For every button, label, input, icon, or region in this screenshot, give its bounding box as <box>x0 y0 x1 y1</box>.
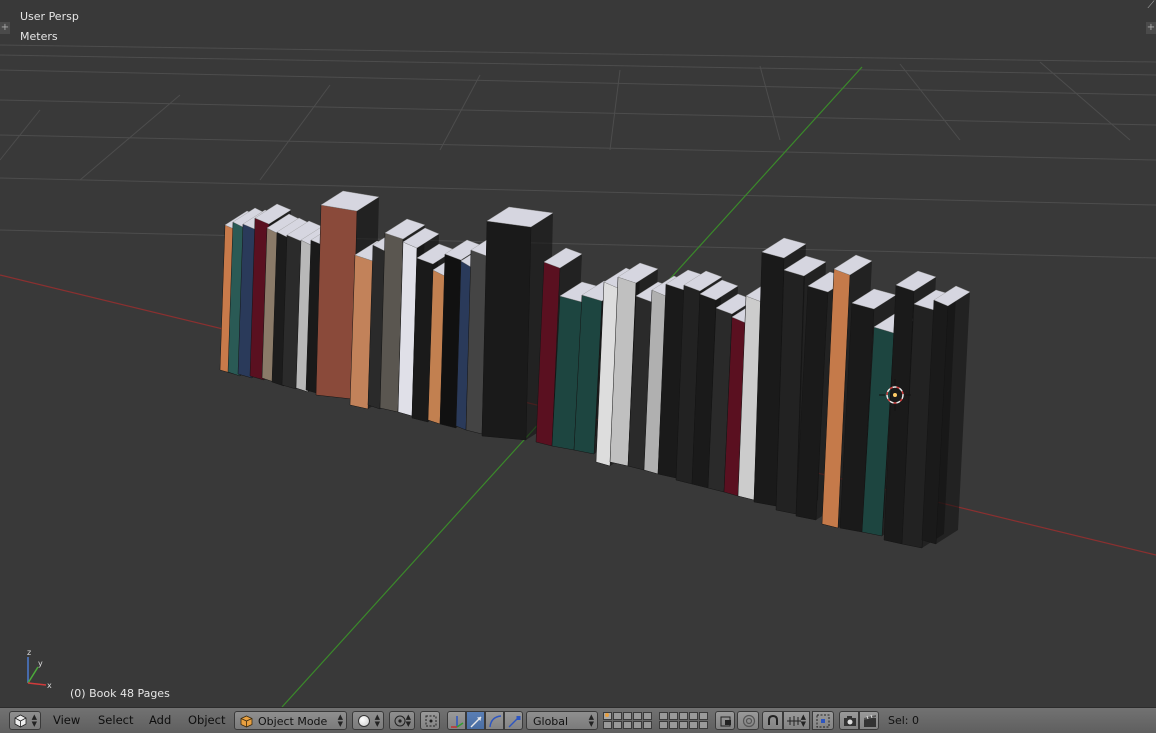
grid-line <box>0 44 1156 63</box>
rotate-button[interactable] <box>485 711 504 730</box>
mode-label: Object Mode <box>258 715 328 728</box>
editor-type-icon <box>14 714 27 728</box>
grid-line <box>899 63 961 141</box>
snap-button[interactable] <box>762 711 783 730</box>
mode-selector[interactable]: Object Mode ▲ ▼ <box>234 711 347 730</box>
proportional-edit-icon <box>742 714 756 733</box>
editor-type-selector[interactable]: ▲ ▼ <box>9 711 41 730</box>
layer-toggle[interactable] <box>603 721 612 729</box>
layers-grid[interactable] <box>603 711 711 730</box>
axis-gizmo: z y x <box>27 648 52 690</box>
axis-label-x: x <box>47 681 52 690</box>
orientation-selector[interactable]: Global ▲ ▼ <box>526 711 598 730</box>
snap-target-button[interactable] <box>812 711 834 730</box>
grid-line <box>759 65 781 141</box>
layer-toggle[interactable] <box>633 721 642 729</box>
layer-toggle[interactable] <box>613 721 622 729</box>
render-animation-icon <box>863 714 877 733</box>
viewport-shading-selector[interactable]: ▲ ▼ <box>352 711 384 730</box>
axis-label-y: y <box>38 659 43 668</box>
pivot-point-selector[interactable]: ▲ ▼ <box>389 711 415 730</box>
updown-arrows-icon: ▲ ▼ <box>31 713 37 728</box>
layer-toggle[interactable] <box>699 721 708 729</box>
corner-plus-icon-right[interactable]: + <box>1146 22 1156 34</box>
layer-toggle[interactable] <box>643 712 652 720</box>
grid-line <box>609 69 621 151</box>
axis-label-z: z <box>27 648 31 657</box>
layer-toggle[interactable] <box>669 721 678 729</box>
corner-diagonal-icon[interactable]: ⟋ <box>1146 0 1156 12</box>
menu-add[interactable]: Add <box>149 711 171 730</box>
layer-toggle[interactable] <box>699 712 708 720</box>
translate-icon <box>469 714 484 733</box>
scale-icon <box>507 714 522 733</box>
viewport-shading-icon <box>358 715 370 727</box>
grid-line <box>0 134 1156 161</box>
selected-object-label: (0) Book 48 Pages <box>70 687 170 700</box>
view-name-label: User Persp <box>20 10 79 23</box>
snap-element-icon <box>786 714 802 733</box>
mode-arrows-icon: ▲ ▼ <box>337 713 343 728</box>
render-animation-button[interactable] <box>859 711 879 730</box>
proportional-edit-button[interactable] <box>737 711 759 730</box>
menu-object[interactable]: Object <box>188 711 225 730</box>
layer-toggle[interactable] <box>603 712 612 720</box>
pivot-align-icon <box>424 714 438 733</box>
grid-line <box>0 54 1156 76</box>
rotate-icon <box>488 714 503 733</box>
layer-toggle[interactable] <box>659 721 668 729</box>
transform-manipulator-button[interactable] <box>447 711 466 730</box>
selection-status: Sel: 0 <box>888 714 920 727</box>
snap-target-icon <box>816 714 830 733</box>
pivot-align-button[interactable] <box>420 711 440 730</box>
transform-manipulator-icon <box>450 714 465 733</box>
render-icon <box>843 714 857 733</box>
orientation-label: Global <box>533 715 569 728</box>
layer-toggle[interactable] <box>623 721 632 729</box>
floor-grid <box>0 44 1156 259</box>
layer-toggle[interactable] <box>689 721 698 729</box>
active-layer-dot-icon <box>605 713 609 717</box>
lock-camera-icon <box>719 714 733 733</box>
grid-line <box>439 74 481 151</box>
translate-button[interactable] <box>466 711 485 730</box>
layer-toggle[interactable] <box>659 712 668 720</box>
lock-camera-button[interactable] <box>715 711 735 730</box>
scale-button[interactable] <box>504 711 523 730</box>
grid-line <box>0 69 1156 96</box>
grid-line <box>259 84 331 181</box>
layer-toggle[interactable] <box>669 712 678 720</box>
3d-viewport[interactable]: z y x User Persp Meters (0) Book 48 Page… <box>0 0 1156 707</box>
object-mode-icon <box>240 715 253 733</box>
layer-toggle[interactable] <box>613 712 622 720</box>
layer-toggle[interactable] <box>643 721 652 729</box>
layer-toggle[interactable] <box>679 712 688 720</box>
layer-toggle[interactable] <box>689 712 698 720</box>
layer-toggle[interactable] <box>623 712 632 720</box>
layer-toggle[interactable] <box>679 721 688 729</box>
menu-select[interactable]: Select <box>98 711 133 730</box>
layer-toggle[interactable] <box>633 712 642 720</box>
menu-view[interactable]: View <box>53 711 80 730</box>
scene-canvas[interactable]: z y x <box>0 0 1156 707</box>
blender-window: z y x User Persp Meters (0) Book 48 Page… <box>0 0 1156 733</box>
corner-plus-icon-left[interactable]: + <box>0 22 10 34</box>
units-label: Meters <box>20 30 58 43</box>
viewport-header: ▲ ▼ View Select Add Object Object Mode ▲ ▼… <box>0 707 1156 733</box>
grid-line <box>0 99 1156 126</box>
snap-element-selector[interactable]: ▲ ▼ <box>783 711 810 730</box>
layers-icon <box>603 711 711 730</box>
grid-line <box>0 177 1156 206</box>
render-button[interactable] <box>839 711 859 730</box>
snap-icon <box>766 714 780 733</box>
